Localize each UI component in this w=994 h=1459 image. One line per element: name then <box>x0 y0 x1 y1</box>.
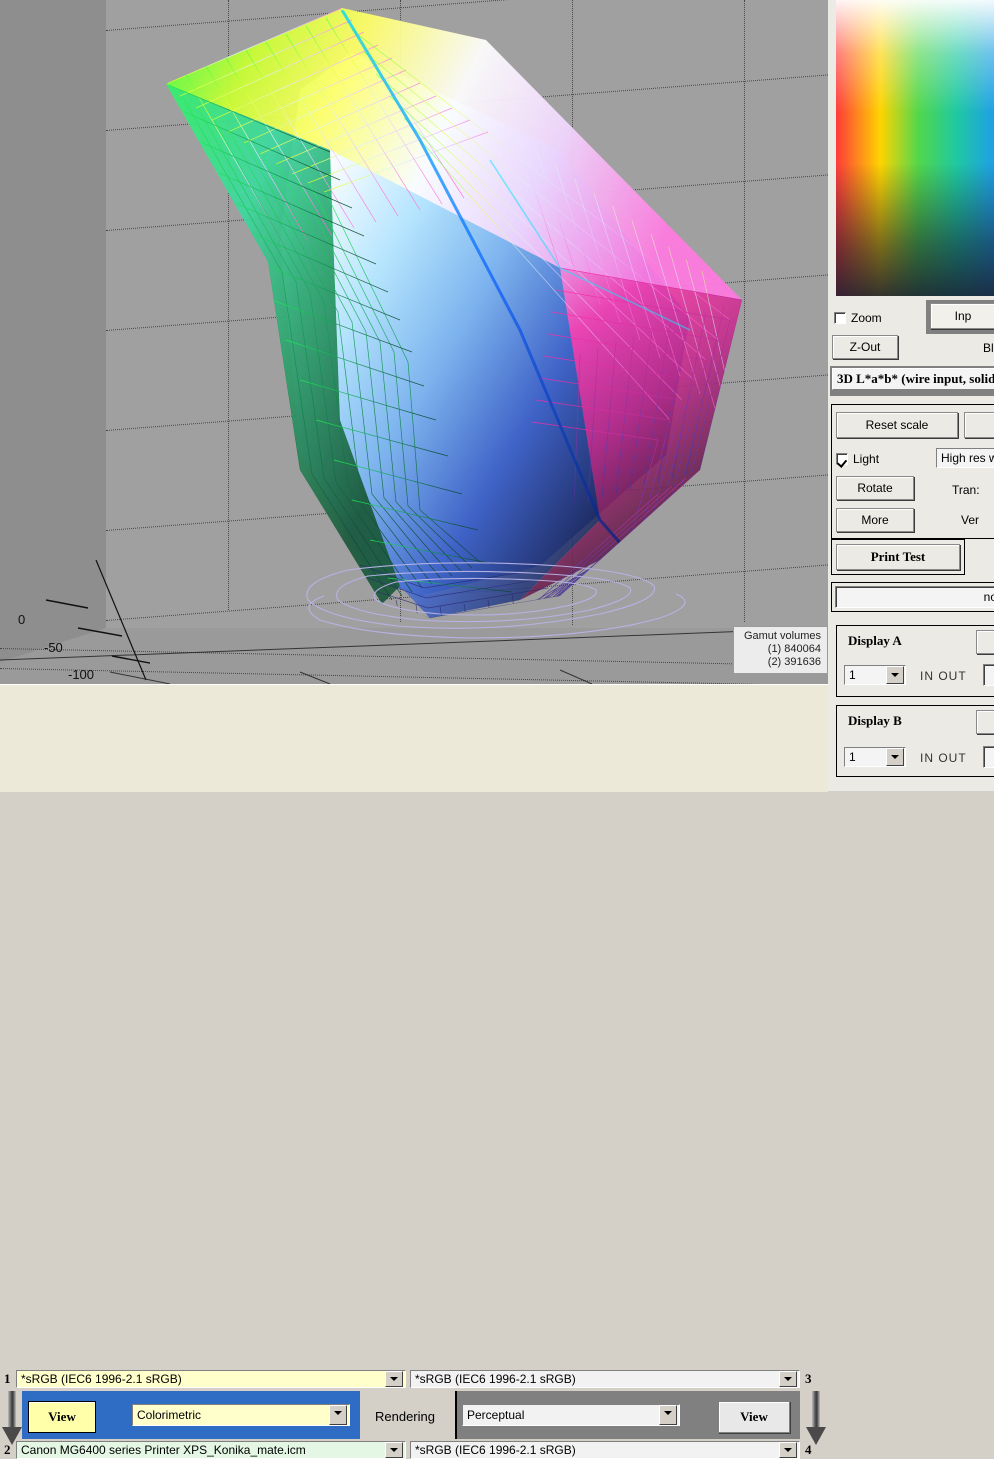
display-b-field[interactable] <box>983 746 994 768</box>
row-number-3: 3 <box>805 1371 812 1386</box>
profile-select-1-value: *sRGB (IEC6 1996-2.1 sRGB) <box>21 1372 182 1386</box>
plot-mode-value: 3D L*a*b* (wire input, solid <box>832 368 994 390</box>
intent-select-right[interactable]: Perceptual <box>462 1404 680 1426</box>
arrow-down-icon-left[interactable] <box>2 1391 22 1447</box>
trans-label: Tran: <box>952 483 980 497</box>
display-a-select-value: 1 <box>849 668 856 682</box>
note-field[interactable]: no <box>835 586 994 608</box>
chevron-down-icon[interactable] <box>385 1371 403 1387</box>
display-b-title: Display B <box>848 713 902 728</box>
display-b-select-value: 1 <box>849 750 856 764</box>
plot-mode-titlebar[interactable]: 3D L*a*b* (wire input, solid <box>830 366 994 396</box>
profile-selection-bar: 1 2 3 4 *sRGB (IEC6 1996-2.1 sRGB) *sRGB… <box>0 684 828 1459</box>
view-button-left[interactable]: View <box>28 1401 96 1433</box>
display-a-field[interactable] <box>983 664 994 686</box>
display-a-button[interactable] <box>976 630 994 654</box>
profile-select-2[interactable]: Canon MG6400 series Printer XPS_Konika_m… <box>16 1441 406 1459</box>
more-button[interactable]: More <box>836 508 914 532</box>
intent-select-right-value: Perceptual <box>467 1408 525 1422</box>
display-b-select[interactable]: 1 <box>844 747 906 767</box>
zoom-checkbox-label: Zoom <box>851 311 882 325</box>
color-preview-swatch[interactable] <box>836 0 994 296</box>
zoom-out-button[interactable]: Z-Out <box>832 335 898 359</box>
zoom-checkbox[interactable]: Zoom <box>834 311 882 325</box>
chevron-down-icon[interactable] <box>385 1442 403 1458</box>
display-a-select[interactable]: 1 <box>844 665 906 685</box>
right-control-panel: Zoom Z-Out Inp Bl 3D L*a*b* (wire input,… <box>828 0 994 791</box>
intent-select-left-value: Colorimetric <box>137 1408 202 1422</box>
display-a-inout-label: IN OUT <box>920 669 967 683</box>
display-b-button[interactable] <box>976 710 994 734</box>
resolution-select[interactable]: High res w <box>936 448 994 468</box>
gamut-volumes-title: Gamut volumes <box>743 630 821 642</box>
gamut-volume-entry: (1) 840064 <box>767 643 821 655</box>
gamut-volume-entry: (2) 391636 <box>767 656 821 668</box>
chevron-down-icon[interactable] <box>779 1442 797 1458</box>
ver-label: Ver <box>961 513 980 527</box>
profile-select-1[interactable]: *sRGB (IEC6 1996-2.1 sRGB) <box>16 1370 406 1388</box>
display-b-inout-label: IN OUT <box>920 751 967 765</box>
chevron-down-icon[interactable] <box>886 748 904 766</box>
rotate-button[interactable]: Rotate <box>836 476 914 500</box>
profile-select-4[interactable]: *sRGB (IEC6 1996-2.1 sRGB) <box>410 1441 800 1459</box>
profile-select-3[interactable]: *sRGB (IEC6 1996-2.1 sRGB) <box>410 1370 800 1388</box>
profile-select-3-value: *sRGB (IEC6 1996-2.1 sRGB) <box>415 1372 576 1386</box>
chevron-down-icon[interactable] <box>659 1405 677 1425</box>
chevron-down-icon[interactable] <box>779 1371 797 1387</box>
light-checkbox[interactable]: Light <box>836 452 879 466</box>
view-button-right[interactable]: View <box>718 1401 790 1433</box>
intent-select-left[interactable]: Colorimetric <box>132 1404 350 1426</box>
display-a-title: Display A <box>848 633 902 648</box>
chevron-down-icon[interactable] <box>329 1405 347 1425</box>
reset-scale-button[interactable]: Reset scale <box>836 412 958 438</box>
profile-select-4-value: *sRGB (IEC6 1996-2.1 sRGB) <box>415 1443 576 1457</box>
checkbox-box[interactable] <box>834 312 846 324</box>
light-checkbox-label: Light <box>853 452 880 466</box>
print-test-button[interactable]: Print Test <box>836 544 960 570</box>
extra-scale-button[interactable] <box>964 412 994 438</box>
checkbox-box[interactable] <box>836 453 848 465</box>
input-tab-button[interactable]: Inp <box>930 303 994 329</box>
bl-label: Bl <box>983 341 994 355</box>
gamut-volumes-readout: Gamut volumes (1) 840064 (2) 391636 <box>732 626 828 674</box>
arrow-down-icon-right[interactable] <box>806 1391 826 1447</box>
resolution-select-value: High res w <box>941 451 994 465</box>
gamut-solid <box>0 8 828 684</box>
gamut-3d-viewport[interactable]: 0 -50 -100 0 <box>0 0 828 684</box>
profile-select-2-value: Canon MG6400 series Printer XPS_Konika_m… <box>21 1443 306 1457</box>
rendering-label: Rendering <box>375 1409 435 1424</box>
row-number-1: 1 <box>4 1371 11 1386</box>
chevron-down-icon[interactable] <box>886 666 904 684</box>
